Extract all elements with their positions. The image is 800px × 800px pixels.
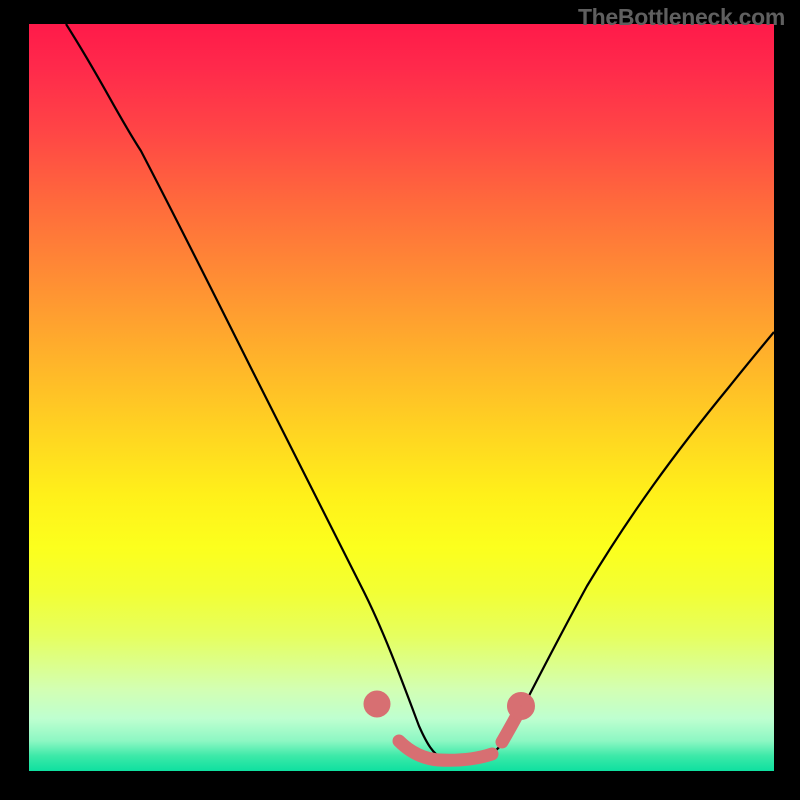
curve-layer [29,24,774,771]
bottleneck-curve [66,24,774,760]
chart-frame: TheBottleneck.com [0,0,800,800]
bottom-marker-group [370,697,529,760]
watermark-text: TheBottleneck.com [578,4,785,31]
plot-area [29,24,774,771]
